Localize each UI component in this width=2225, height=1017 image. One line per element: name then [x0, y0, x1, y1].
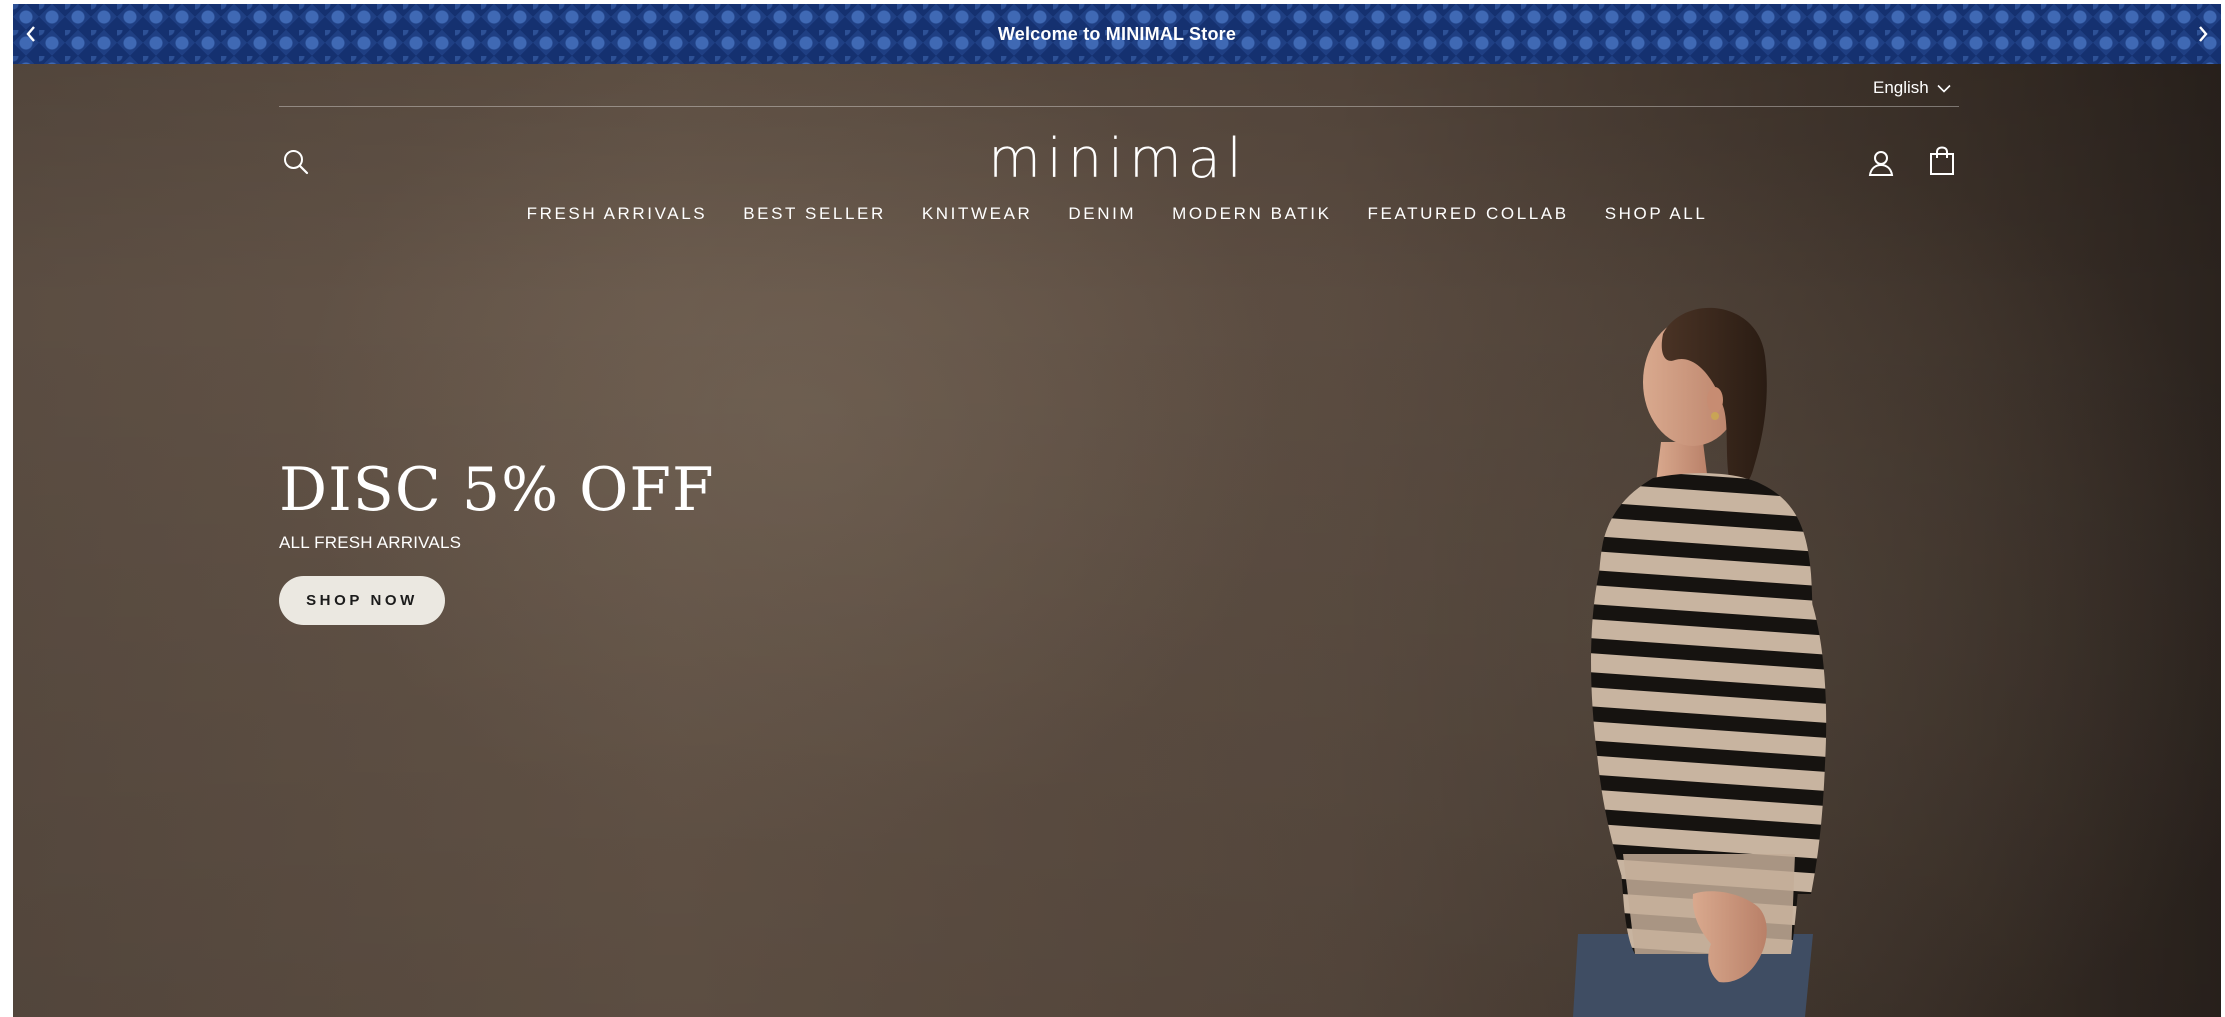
nav-modern-batik[interactable]: MODERN BATIK	[1172, 199, 1331, 229]
nav-denim[interactable]: DENIM	[1068, 199, 1136, 229]
search-icon	[284, 150, 309, 175]
user-icon	[1868, 151, 1894, 176]
language-selector[interactable]: English	[1873, 74, 1951, 102]
nav-featured-collab[interactable]: FEATURED COLLAB	[1368, 199, 1569, 229]
shop-now-button[interactable]: SHOP NOW	[279, 576, 445, 625]
hero-title: DISC 5% OFF	[279, 455, 715, 525]
nav-fresh-arrivals[interactable]: FRESH ARRIVALS	[527, 199, 708, 229]
language-label: English	[1873, 78, 1929, 97]
nav-knitwear[interactable]: KNITWEAR	[922, 199, 1033, 229]
hero-subtitle: ALL FRESH ARRIVALS	[279, 533, 462, 552]
nav-best-seller[interactable]: BEST SELLER	[743, 199, 886, 229]
hero-banner: English minimal FRESH ARRIVALS BEST SELL…	[13, 64, 2221, 1017]
announcement-next-button[interactable]	[2185, 4, 2221, 64]
announcement-text: Welcome to MINIMAL Store	[997, 24, 1237, 44]
account-button[interactable]	[1864, 146, 1898, 180]
store-logo[interactable]: minimal	[973, 129, 1263, 189]
search-button[interactable]	[279, 145, 313, 179]
bag-icon	[1930, 146, 1954, 175]
chevron-right-icon	[2199, 26, 2208, 42]
browser-viewport: Welcome to MINIMAL Store English minimal	[13, 4, 2221, 1017]
announcement-bar: Welcome to MINIMAL Store	[13, 4, 2221, 64]
main-navigation: FRESH ARRIVALS BEST SELLER KNITWEAR DENI…	[13, 199, 2221, 229]
chevron-down-icon	[1937, 84, 1951, 93]
nav-shop-all[interactable]: SHOP ALL	[1605, 199, 1708, 229]
cart-button[interactable]	[1925, 144, 1959, 178]
header-divider	[279, 106, 1959, 107]
hero-model-image	[1573, 307, 1827, 1017]
